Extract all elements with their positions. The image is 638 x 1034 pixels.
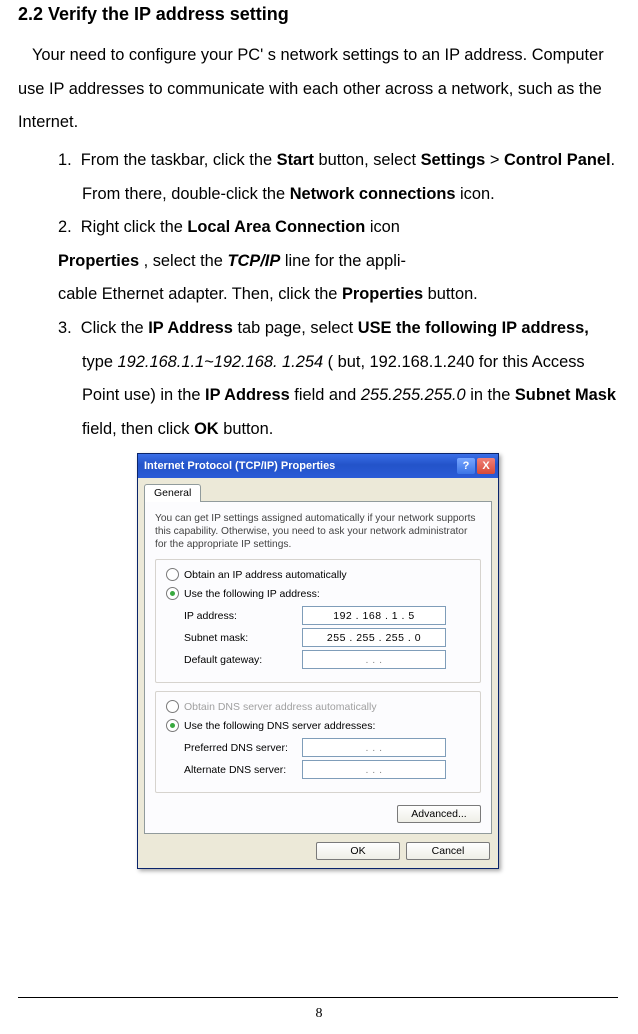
step-2-cont2: cable Ethernet adapter. Then, click the … (58, 278, 618, 312)
preferred-dns-label: Preferred DNS server: (184, 742, 302, 754)
help-icon: ? (463, 460, 470, 472)
step-number: 3. (58, 319, 72, 337)
intro-paragraph: Your need to configure your PC' s networ… (18, 39, 618, 144)
alternate-dns-label: Alternate DNS server: (184, 764, 302, 776)
subnet-mask-input[interactable]: 255 . 255 . 255 . 0 (302, 628, 446, 647)
close-icon: X (482, 460, 489, 472)
step-2: 2. Right click the Local Area Connection… (58, 211, 618, 245)
alternate-dns-input[interactable]: . . . (302, 760, 446, 779)
radio-icon (166, 700, 179, 713)
step-2-cont: Properties , select the TCP/IP line for … (58, 245, 618, 279)
radio-dns-manual[interactable]: Use the following DNS server addresses: (166, 719, 470, 732)
section-heading: 2.2 Verify the IP address setting (18, 0, 618, 39)
radio-ip-manual[interactable]: Use the following IP address: (166, 587, 470, 600)
step-1: 1. From the taskbar, click the Start but… (58, 144, 618, 211)
dialog-titlebar[interactable]: Internet Protocol (TCP/IP) Properties ? … (138, 454, 498, 478)
radio-icon (166, 587, 179, 600)
radio-icon (166, 568, 179, 581)
radio-label: Obtain an IP address automatically (184, 569, 347, 581)
dns-group: Obtain DNS server address automatically … (155, 691, 481, 793)
footer-rule (18, 997, 618, 998)
tab-general[interactable]: General (144, 484, 201, 502)
radio-ip-auto[interactable]: Obtain an IP address automatically (166, 568, 470, 581)
page-number: 8 (0, 1006, 638, 1022)
tcpip-properties-dialog: Internet Protocol (TCP/IP) Properties ? … (137, 453, 499, 870)
radio-label: Obtain DNS server address automatically (184, 701, 377, 713)
ip-address-label: IP address: (184, 610, 302, 622)
radio-label: Use the following DNS server addresses: (184, 720, 375, 732)
preferred-dns-input[interactable]: . . . (302, 738, 446, 757)
radio-label: Use the following IP address: (184, 588, 320, 600)
step-number: 2. (58, 218, 72, 236)
default-gateway-input[interactable]: . . . (302, 650, 446, 669)
dialog-title: Internet Protocol (TCP/IP) Properties (144, 460, 457, 472)
dialog-description: You can get IP settings assigned automat… (155, 512, 481, 552)
tab-panel-general: You can get IP settings assigned automat… (144, 501, 492, 835)
step-number: 1. (58, 151, 72, 169)
cancel-button[interactable]: Cancel (406, 842, 490, 860)
subnet-mask-label: Subnet mask: (184, 632, 302, 644)
advanced-button[interactable]: Advanced... (397, 805, 481, 823)
radio-dns-auto: Obtain DNS server address automatically (166, 700, 470, 713)
ip-address-input[interactable]: 192 . 168 . 1 . 5 (302, 606, 446, 625)
ip-group: Obtain an IP address automatically Use t… (155, 559, 481, 683)
help-button[interactable]: ? (457, 458, 475, 474)
ok-button[interactable]: OK (316, 842, 400, 860)
step-3: 3. Click the IP Address tab page, select… (58, 312, 618, 447)
close-button[interactable]: X (477, 458, 495, 474)
radio-icon (166, 719, 179, 732)
default-gateway-label: Default gateway: (184, 654, 302, 666)
